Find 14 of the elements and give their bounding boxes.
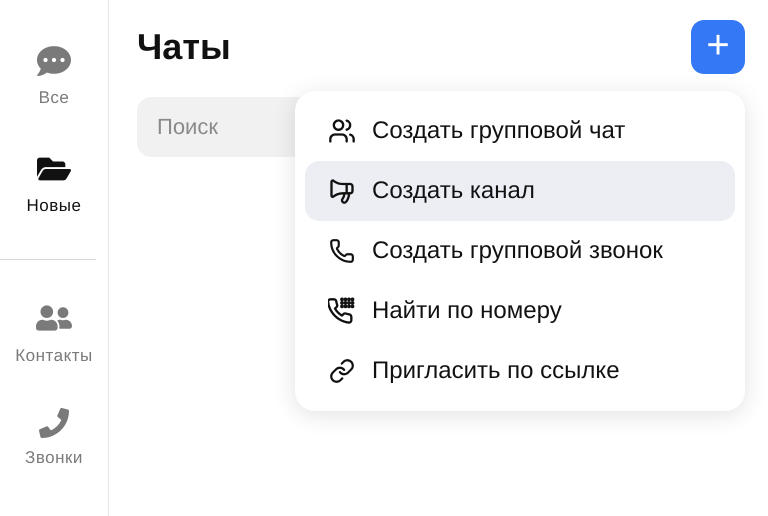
sidebar-tab[interactable]: Все — [0, 44, 108, 152]
page-title: Чаты — [137, 26, 231, 68]
add-button[interactable]: + — [691, 20, 745, 74]
chat-bubble-icon — [37, 44, 71, 78]
phone-icon — [39, 408, 69, 438]
link-icon — [329, 358, 355, 384]
sidebar-tab[interactable]: Контакты — [0, 300, 108, 408]
phone-icon — [329, 238, 355, 264]
sidebar-tab[interactable]: Звонки — [0, 408, 108, 516]
people-icon — [328, 117, 356, 145]
menu-item[interactable]: Создать канал — [305, 161, 735, 221]
sidebar-tab[interactable]: Новые — [0, 152, 108, 261]
phone-dialpad-icon — [328, 297, 356, 325]
megaphone-icon — [328, 177, 356, 205]
